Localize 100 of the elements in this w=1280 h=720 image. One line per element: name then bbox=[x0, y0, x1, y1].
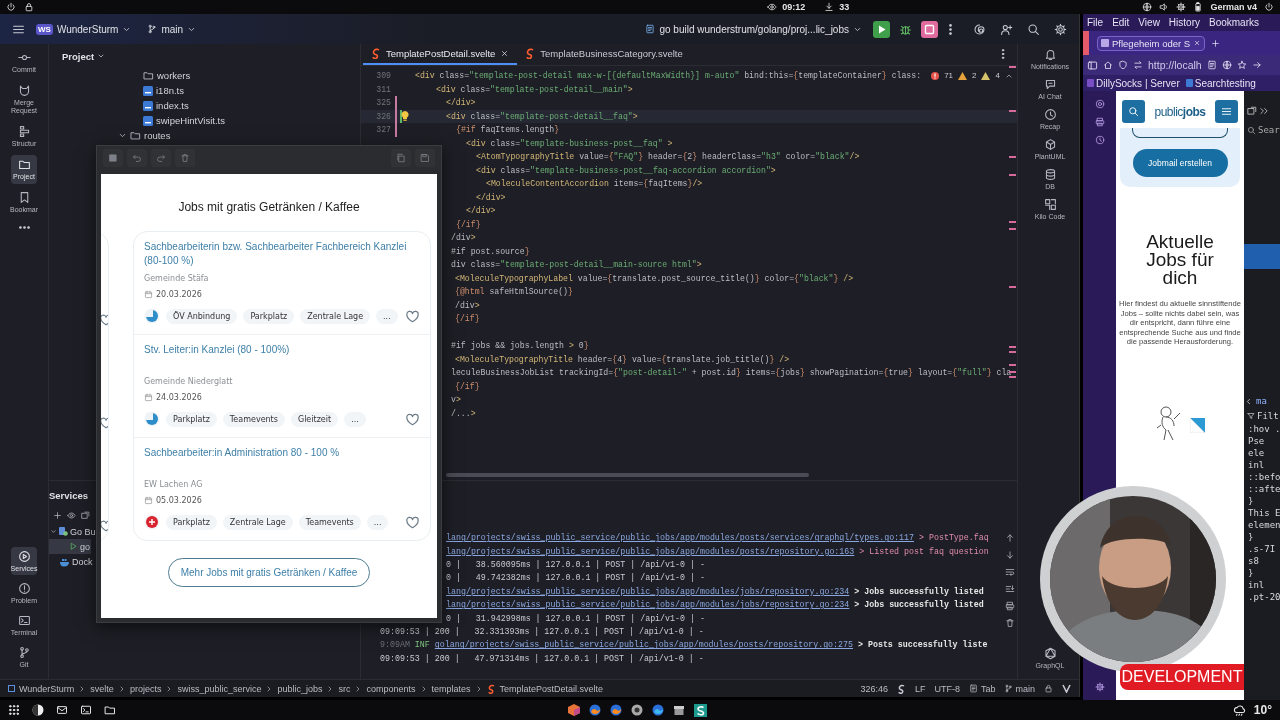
trash-icon[interactable] bbox=[180, 153, 190, 163]
archive-icon[interactable] bbox=[673, 704, 685, 716]
mail-icon[interactable] bbox=[56, 704, 68, 716]
settings-icon[interactable] bbox=[1054, 22, 1067, 36]
tree-item[interactable]: Go Bu bbox=[49, 524, 97, 539]
lock-icon[interactable] bbox=[1044, 684, 1053, 693]
redo-icon[interactable] bbox=[156, 153, 166, 163]
new-tab-icon[interactable] bbox=[1211, 38, 1221, 48]
lock-icon[interactable] bbox=[24, 2, 34, 12]
breadcrumb[interactable]: public_jobs bbox=[277, 683, 323, 694]
job-title[interactable]: Sachbearbeiterin bzw. Sachbearbeiter Fachbereich Kanzlei (80-100 %) bbox=[144, 240, 420, 270]
close-icon[interactable] bbox=[500, 49, 510, 58]
home-icon[interactable] bbox=[1103, 60, 1113, 70]
save-icon[interactable] bbox=[420, 153, 430, 163]
close-icon[interactable] bbox=[1193, 39, 1202, 47]
clock-icon[interactable] bbox=[1094, 135, 1105, 145]
bookmark[interactable]: DillySocks | Server bbox=[1087, 77, 1180, 89]
tree-item[interactable]: Dock bbox=[49, 554, 94, 569]
menu-item[interactable]: Bookmarks bbox=[1209, 17, 1259, 31]
add-user-icon[interactable] bbox=[1000, 22, 1013, 36]
tree-item[interactable]: workers bbox=[118, 68, 360, 83]
job-title[interactable]: Stv. Leiter:in Kanzlei (80 - 100%) bbox=[144, 343, 420, 373]
eye-icon[interactable] bbox=[67, 511, 76, 520]
breadcrumb[interactable]: swiss_public_service bbox=[177, 683, 262, 694]
menu-item[interactable]: View bbox=[1138, 17, 1160, 31]
translate-icon[interactable] bbox=[1221, 60, 1232, 70]
chevron-left-icon[interactable] bbox=[1244, 396, 1253, 406]
target-icon[interactable] bbox=[1094, 99, 1105, 109]
apps-icon[interactable] bbox=[8, 704, 20, 716]
globe-icon[interactable] bbox=[1142, 2, 1153, 12]
breadcrumb[interactable]: projects bbox=[129, 683, 162, 694]
file-encoding[interactable]: UTF-8 bbox=[934, 683, 960, 694]
add-icon[interactable] bbox=[53, 511, 62, 520]
folder-icon[interactable] bbox=[104, 704, 116, 716]
settings-icon[interactable] bbox=[1094, 682, 1105, 692]
heart-icon[interactable] bbox=[405, 411, 420, 427]
more-jobs-button[interactable]: Mehr Jobs mit gratis Getränken / Kaffee bbox=[167, 558, 371, 587]
chevrons-icon[interactable] bbox=[1259, 106, 1269, 116]
terminal-icon[interactable] bbox=[80, 704, 92, 716]
search-icon[interactable] bbox=[1027, 22, 1040, 36]
tree-item[interactable]: i18n.ts bbox=[118, 83, 360, 98]
aperture-icon[interactable] bbox=[631, 704, 643, 716]
run-configuration[interactable]: go build wunderstrum/golang/proj...lic_jobs bbox=[640, 20, 867, 38]
power-icon[interactable] bbox=[6, 2, 16, 12]
menu-item[interactable]: Edit bbox=[1112, 17, 1130, 31]
job-title[interactable]: Sachbearbeiter:in Administration 80 - 100 % bbox=[144, 446, 420, 476]
branch-switcher[interactable]: main bbox=[142, 20, 202, 38]
editor-tab[interactable]: TemplateBusinessCategory.svelte bbox=[517, 44, 691, 65]
scroll-down-icon[interactable] bbox=[1005, 550, 1015, 560]
breadcrumb[interactable]: TemplatePostDetail.svelte bbox=[499, 683, 604, 694]
heart-icon[interactable] bbox=[405, 514, 420, 530]
scroll-up-icon[interactable] bbox=[1005, 533, 1015, 543]
filter-field[interactable]: Filt bbox=[1257, 411, 1279, 421]
search-field[interactable]: Sear bbox=[1258, 125, 1280, 135]
forward-icon[interactable] bbox=[1251, 60, 1262, 70]
breadcrumb[interactable]: components bbox=[366, 683, 416, 694]
tree-item[interactable]: swipeHintVisit.ts bbox=[118, 113, 360, 128]
indent-setting[interactable]: Tab bbox=[968, 683, 996, 694]
breadcrumb[interactable]: templates bbox=[431, 683, 471, 694]
sidebar-icon[interactable] bbox=[1087, 59, 1098, 71]
input-field[interactable] bbox=[1132, 128, 1228, 138]
git-branch[interactable]: main bbox=[1004, 683, 1035, 694]
breadcrumb[interactable]: src bbox=[338, 683, 351, 694]
site-logo[interactable]: publicjobs bbox=[1154, 104, 1206, 119]
tree-item[interactable]: routes bbox=[118, 128, 360, 143]
keyboard-layout[interactable]: German v4 bbox=[1210, 2, 1257, 12]
battery-icon[interactable] bbox=[1193, 2, 1204, 12]
tree-item[interactable]: go bbox=[49, 539, 91, 554]
menu-button[interactable] bbox=[1215, 100, 1238, 123]
undo-icon[interactable] bbox=[132, 153, 142, 163]
menu-item[interactable]: File bbox=[1087, 17, 1104, 31]
cube-app-icon[interactable] bbox=[568, 704, 580, 716]
search-button[interactable] bbox=[1122, 100, 1145, 123]
bookmark[interactable]: Searchtesting bbox=[1185, 77, 1256, 89]
editor-tab[interactable]: TemplatePostDetail.svelte bbox=[363, 44, 518, 65]
menu-item[interactable]: History bbox=[1168, 17, 1200, 31]
tree-item[interactable]: index.ts bbox=[118, 98, 360, 113]
scroll-to-end-icon[interactable] bbox=[1005, 584, 1015, 594]
run-button[interactable] bbox=[873, 20, 890, 38]
s-app-icon[interactable] bbox=[694, 703, 707, 717]
half-circle-icon[interactable] bbox=[32, 704, 44, 716]
breadcrumb[interactable]: svelte bbox=[90, 683, 114, 694]
address-bar[interactable]: http://localh bbox=[1148, 59, 1202, 71]
spiral-icon[interactable] bbox=[973, 22, 986, 36]
copy-icon[interactable] bbox=[396, 153, 406, 163]
caret-position[interactable]: 326:46 bbox=[860, 683, 888, 694]
power-icon[interactable] bbox=[1264, 2, 1274, 12]
gear-icon[interactable] bbox=[1176, 2, 1187, 12]
print-icon[interactable] bbox=[1005, 601, 1015, 611]
browser-tab[interactable]: Pflegeheim oder S bbox=[1097, 35, 1206, 51]
volume-icon[interactable] bbox=[1159, 2, 1170, 12]
breadcrumb[interactable]: WunderSturm bbox=[19, 683, 75, 694]
heart-icon[interactable] bbox=[405, 308, 420, 324]
jobmail-button[interactable]: Jobmail erstellen bbox=[1132, 149, 1228, 177]
project-switcher[interactable]: WS WunderSturm bbox=[31, 20, 137, 38]
stop-button[interactable] bbox=[921, 20, 938, 38]
soft-wrap-icon[interactable] bbox=[1005, 567, 1015, 577]
devtools-tab[interactable]: ma bbox=[1256, 396, 1267, 406]
star-icon[interactable] bbox=[1236, 60, 1247, 70]
reader-icon[interactable] bbox=[1206, 60, 1217, 70]
